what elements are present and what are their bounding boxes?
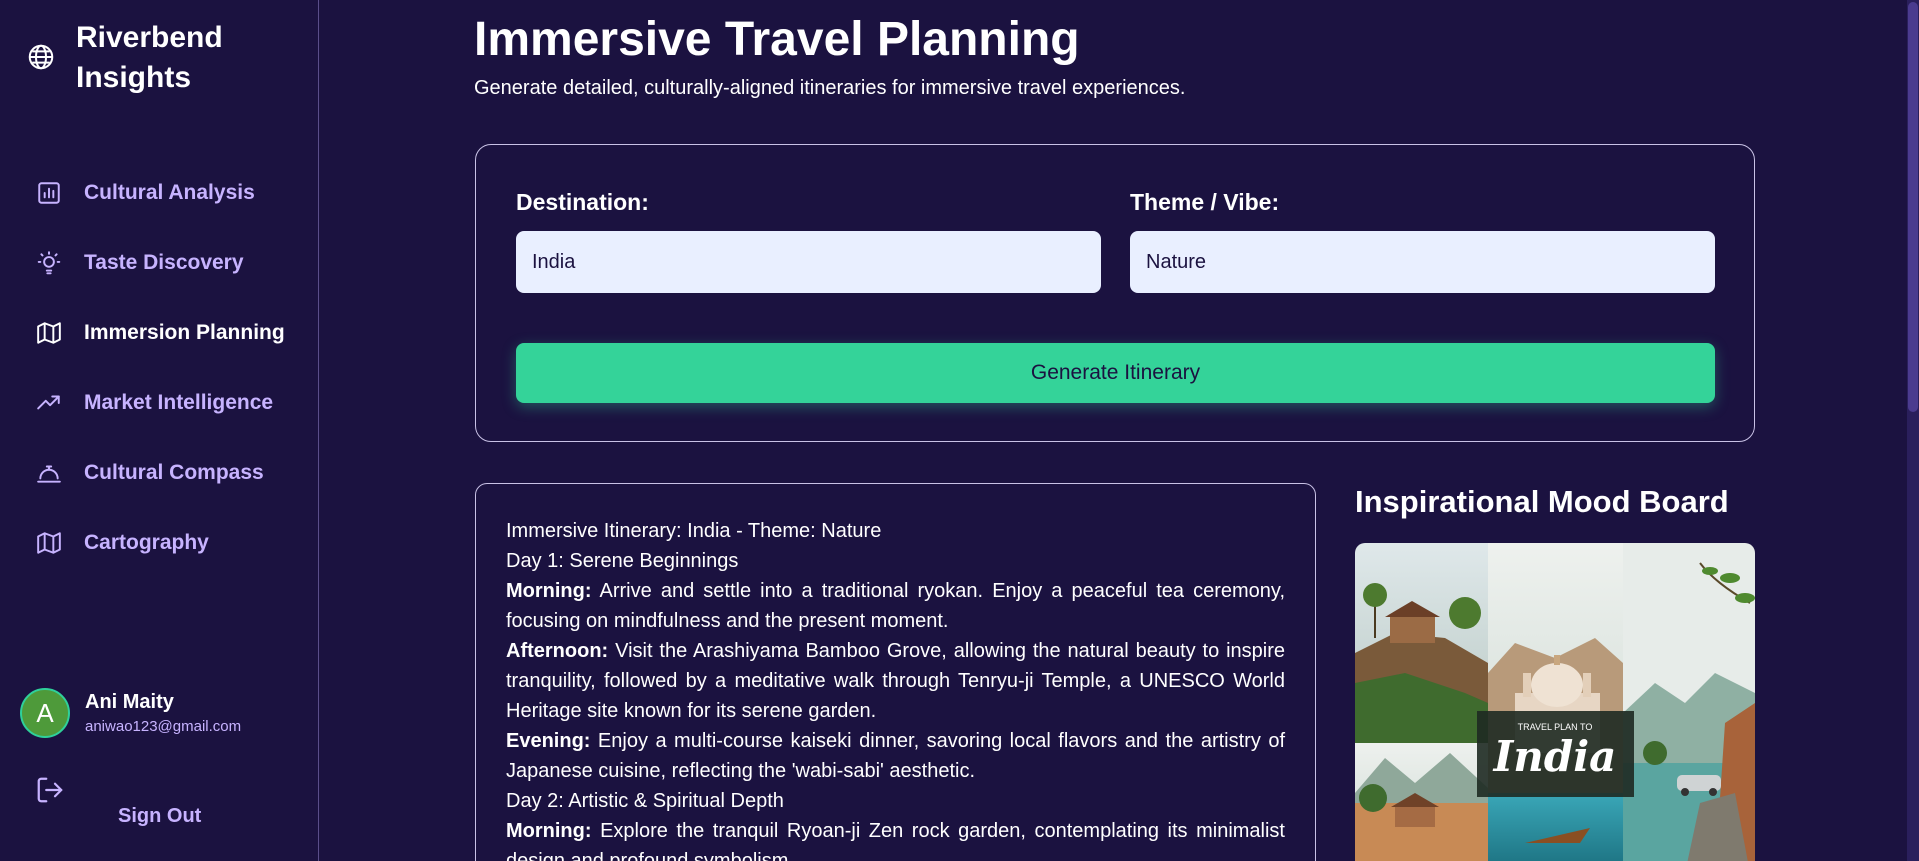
destination-label: Destination:: [516, 189, 649, 215]
itinerary-entry: Morning: Explore the tranquil Ryoan-ji Z…: [506, 816, 1285, 861]
avatar: A: [20, 688, 70, 738]
time-label: Afternoon:: [506, 640, 609, 662]
page-scrollbar[interactable]: [1907, 0, 1919, 861]
time-label: Morning:: [506, 820, 592, 842]
mood-board-overlay-small: TRAVEL PLAN TO: [1518, 722, 1593, 732]
sidebar-item-label: Immersion Planning: [84, 321, 285, 344]
sidebar-item-label: Cartography: [84, 531, 209, 554]
user-info: Ani Maity aniwao123@gmail.com: [85, 691, 241, 735]
sign-out-button[interactable]: Sign Out: [118, 805, 201, 828]
entry-text: Enjoy a multi-course kaiseki dinner, sav…: [506, 730, 1285, 782]
scrollbar-thumb[interactable]: [1908, 2, 1918, 412]
entry-text: Visit the Arashiyama Bamboo Grove, allow…: [506, 640, 1285, 722]
page-title: Immersive Travel Planning: [474, 13, 1080, 66]
sidebar-item-label: Cultural Compass: [84, 461, 264, 484]
brand-title-line1: Riverbend: [76, 21, 223, 54]
mood-board-image: TRAVEL PLAN TO India: [1355, 543, 1755, 861]
sidebar-item-market-intelligence[interactable]: Market Intelligence: [34, 368, 304, 438]
day-heading: Day 1: Serene Beginnings: [506, 550, 739, 572]
sidebar-item-cultural-compass[interactable]: Cultural Compass: [34, 438, 304, 508]
sidebar-item-immersion-planning[interactable]: Immersion Planning: [34, 298, 304, 368]
generate-itinerary-button[interactable]: Generate Itinerary: [516, 343, 1715, 403]
itinerary-heading: Immersive Itinerary: India - Theme: Natu…: [506, 520, 882, 542]
sidebar-item-label: Cultural Analysis: [84, 181, 255, 204]
globe-icon: [28, 44, 54, 70]
sidebar-item-taste-discovery[interactable]: Taste Discovery: [34, 228, 304, 298]
entry-text: Arrive and settle into a traditional ryo…: [506, 580, 1285, 632]
page-subtitle: Generate detailed, culturally-aligned it…: [474, 77, 1186, 99]
user-name: Ani Maity: [85, 691, 174, 713]
map-icon: [34, 318, 64, 348]
itinerary-entry: Morning: Arrive and settle into a tradit…: [506, 576, 1285, 636]
trending-up-icon: [34, 388, 64, 418]
sidebar-item-cultural-analysis[interactable]: Cultural Analysis: [34, 158, 304, 228]
brand-title: Riverbend Insights: [76, 18, 223, 98]
entry-text: Explore the tranquil Ryoan-ji Zen rock g…: [506, 820, 1285, 861]
itinerary-entry: Afternoon: Visit the Arashiyama Bamboo G…: [506, 636, 1285, 726]
logout-icon[interactable]: [35, 775, 65, 805]
lightbulb-icon: [34, 248, 64, 278]
mood-board-collage: TRAVEL PLAN TO India: [1355, 543, 1755, 861]
brand: Riverbend Insights: [26, 18, 223, 98]
itinerary-output: Immersive Itinerary: India - Theme: Natu…: [475, 483, 1316, 861]
theme-label: Theme / Vibe:: [1130, 189, 1280, 215]
concierge-bell-icon: [34, 458, 64, 488]
user-profile[interactable]: A Ani Maity aniwao123@gmail.com: [20, 688, 241, 738]
mood-board-title: Inspirational Mood Board: [1355, 484, 1729, 519]
itinerary-entry: Evening: Enjoy a multi-course kaiseki di…: [506, 726, 1285, 786]
user-email: aniwao123@gmail.com: [85, 718, 242, 735]
time-label: Morning:: [506, 580, 592, 602]
sidebar-nav: Cultural Analysis Taste Discovery Immers…: [34, 158, 304, 578]
mood-board-overlay-title: India: [1493, 732, 1617, 781]
day-heading: Day 2: Artistic & Spiritual Depth: [506, 790, 784, 812]
time-label: Evening:: [506, 730, 591, 752]
destination-input[interactable]: [516, 231, 1101, 293]
sidebar-item-label: Taste Discovery: [84, 251, 244, 274]
sidebar: Riverbend Insights Cultural Analysis Tas…: [0, 0, 319, 861]
bar-chart-icon: [34, 178, 64, 208]
theme-input[interactable]: [1130, 231, 1715, 293]
sidebar-item-label: Market Intelligence: [84, 391, 274, 414]
itinerary-form: Destination: Theme / Vibe: Generate Itin…: [475, 144, 1755, 442]
brand-title-line2: Insights: [76, 61, 192, 94]
map-icon: [34, 528, 64, 558]
sidebar-item-cartography[interactable]: Cartography: [34, 508, 304, 578]
